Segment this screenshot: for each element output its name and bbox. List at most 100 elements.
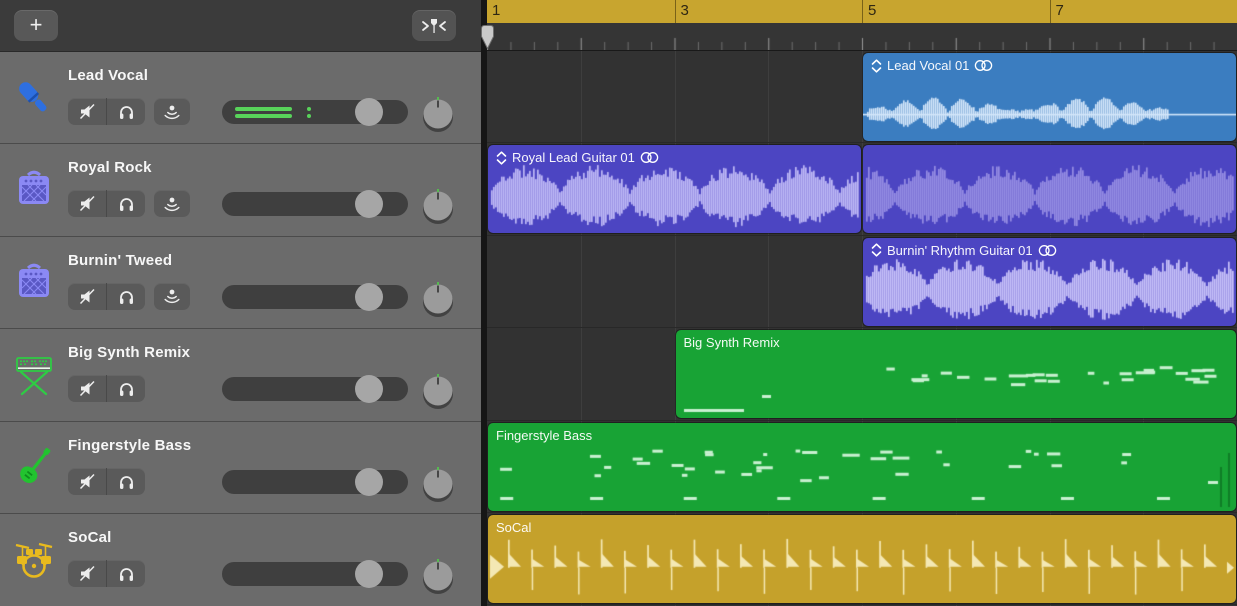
ruler-bar-label: 3 (675, 0, 863, 23)
linked-circles-icon (974, 59, 993, 72)
region-big-synth-remix[interactable]: Big Synth Remix (676, 330, 1237, 418)
region-label: Big Synth Remix (684, 335, 780, 350)
mute-button[interactable] (68, 98, 106, 125)
track-name: Big Synth Remix (68, 344, 190, 361)
headphones-button[interactable] (106, 98, 145, 125)
track-controls (68, 375, 145, 402)
mute-button[interactable] (68, 190, 106, 217)
volume-slider-thumb[interactable] (355, 283, 383, 311)
track-header-panel: + (0, 0, 481, 606)
mute-speaker-icon (78, 194, 97, 213)
pan-knob[interactable] (421, 466, 455, 504)
add-track-button[interactable]: + (14, 10, 58, 41)
track-header-royal-rock[interactable]: Royal Rock (0, 144, 481, 236)
headphones-icon (117, 102, 136, 121)
input-monitoring-button[interactable] (154, 98, 190, 125)
linked-circles-icon (640, 151, 659, 164)
headphones-button[interactable] (106, 468, 145, 495)
headphones-button[interactable] (106, 190, 145, 217)
region-royal-lead-guitar-01[interactable]: Royal Lead Guitar 01 (488, 145, 861, 233)
mute-speaker-icon (78, 472, 97, 491)
volume-slider[interactable] (222, 562, 408, 586)
track-controls (68, 468, 145, 495)
volume-slider[interactable] (222, 192, 408, 216)
pan-knob[interactable] (421, 281, 455, 319)
headphones-button[interactable] (106, 283, 145, 310)
track-name: Burnin' Tweed (68, 252, 172, 269)
track-header-lead-vocal[interactable]: Lead Vocal (0, 52, 481, 144)
flex-marker-icon (496, 151, 507, 165)
headphones-button[interactable] (106, 560, 145, 587)
volume-slider[interactable] (222, 377, 408, 401)
volume-slider[interactable] (222, 470, 408, 494)
level-meter-peak-bottom (307, 114, 311, 118)
track-header-burnin-tweed[interactable]: Burnin' Tweed (0, 237, 481, 329)
input-monitoring-icon (162, 195, 182, 213)
pan-knob[interactable] (421, 373, 455, 411)
ruler-bar-label: 7 (1050, 0, 1237, 23)
track-name: Royal Rock (68, 159, 152, 176)
region-title: Burnin' Rhythm Guitar 01 (887, 243, 1033, 258)
track-name: Lead Vocal (68, 67, 148, 84)
region-label: Lead Vocal 01 (871, 58, 993, 73)
track-header-socal[interactable]: SoCal (0, 514, 481, 606)
region-label: Burnin' Rhythm Guitar 01 (871, 243, 1057, 258)
track-header-fingerstyle-bass[interactable]: Fingerstyle Bass (0, 422, 481, 514)
mute-solo-group (68, 375, 145, 402)
region-midi-notes (488, 423, 1236, 511)
region-title: Lead Vocal 01 (887, 58, 969, 73)
mute-button[interactable] (68, 375, 106, 402)
track-header-toolbar: + (0, 0, 481, 52)
drum-kit-icon (11, 528, 57, 592)
beat-ruler[interactable] (487, 23, 1237, 51)
track-header-list: Lead Vocal (0, 52, 481, 606)
region-socal-drummer[interactable]: SoCal (488, 515, 1236, 603)
volume-slider-thumb[interactable] (355, 468, 383, 496)
flex-marker-icon (871, 59, 882, 73)
volume-slider-thumb[interactable] (355, 190, 383, 218)
volume-slider-thumb[interactable] (355, 560, 383, 588)
catch-playhead-icon (421, 17, 447, 35)
pan-knob[interactable] (421, 96, 455, 134)
level-meter-peak-top (307, 107, 311, 111)
linked-circles-icon (1038, 244, 1057, 257)
mute-button[interactable] (68, 560, 106, 587)
region-fingerstyle-bass[interactable]: Fingerstyle Bass (488, 423, 1236, 511)
ruler-ticks (487, 23, 1237, 50)
track-lane: Lead Vocal 01 (487, 51, 1237, 143)
region-title: Fingerstyle Bass (496, 428, 592, 443)
mute-solo-group (68, 468, 145, 495)
headphones-button[interactable] (106, 375, 145, 402)
headphones-icon (117, 472, 136, 491)
garageband-window: + (0, 0, 1237, 606)
region-royal-lead-guitar-01-continued[interactable] (863, 145, 1236, 233)
region-burnin-rhythm-guitar-01[interactable]: Burnin' Rhythm Guitar 01 (863, 238, 1236, 326)
mute-solo-group (68, 98, 145, 125)
level-meter-right (235, 114, 292, 118)
mute-button[interactable] (68, 468, 106, 495)
track-header-big-synth-remix[interactable]: Big Synth Remix (0, 329, 481, 421)
input-monitoring-button[interactable] (154, 190, 190, 217)
volume-slider-thumb[interactable] (355, 98, 383, 126)
mute-button[interactable] (68, 283, 106, 310)
pan-knob[interactable] (421, 188, 455, 226)
region-waveform (863, 145, 1236, 233)
input-monitoring-button[interactable] (154, 283, 190, 310)
cycle-region-strip[interactable]: 1 3 5 7 (487, 0, 1237, 23)
volume-slider[interactable] (222, 100, 408, 124)
timeline: 1 3 5 7 Lead Vocal 01 (487, 0, 1237, 606)
region-title: Royal Lead Guitar 01 (512, 150, 635, 165)
bass-guitar-icon (11, 436, 57, 500)
playhead[interactable] (480, 24, 495, 50)
amp-icon (11, 158, 57, 222)
input-monitoring-icon (162, 103, 182, 121)
region-lead-vocal-01[interactable]: Lead Vocal 01 (863, 53, 1236, 141)
ruler-bar-label: 1 (487, 0, 675, 23)
mute-speaker-icon (78, 102, 97, 121)
catch-playhead-button[interactable] (412, 10, 456, 41)
track-lane: SoCal (487, 513, 1237, 605)
mute-solo-group (68, 190, 145, 217)
pan-knob[interactable] (421, 558, 455, 596)
volume-slider-thumb[interactable] (355, 375, 383, 403)
volume-slider[interactable] (222, 285, 408, 309)
